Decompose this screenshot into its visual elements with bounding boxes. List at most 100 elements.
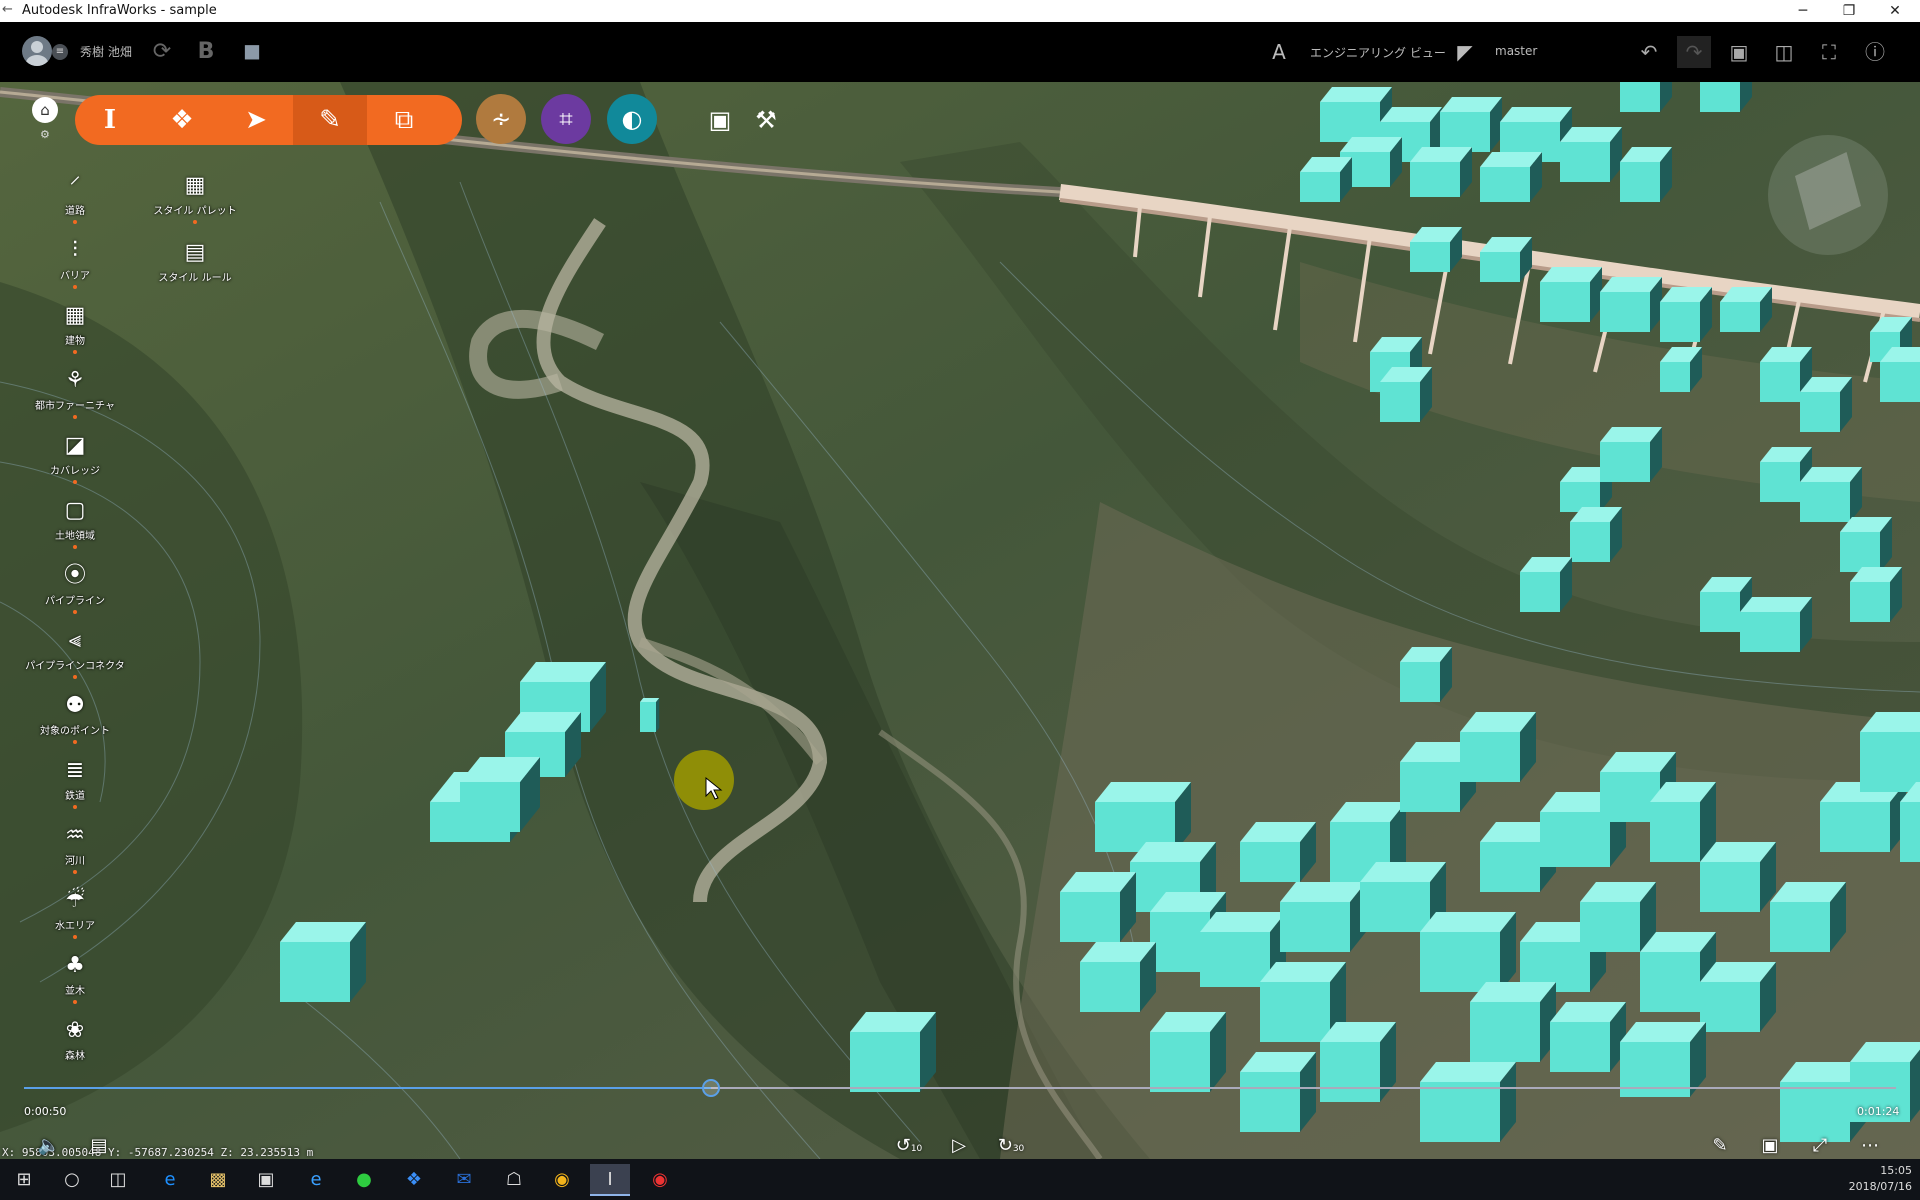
forward-icon: ↻: [997, 1135, 1013, 1156]
palette-item-label: 水エリア: [55, 921, 95, 932]
system-clock[interactable]: 15:05 2018/07/16: [1849, 1163, 1912, 1195]
view-mode-label[interactable]: エンジニアリング ビュー: [1310, 44, 1446, 61]
home-settings-icon[interactable]: ⚙: [40, 128, 50, 141]
edge-browser-icon[interactable]: e: [150, 1164, 190, 1196]
palette-item-label: 建物: [65, 336, 85, 347]
view-cube[interactable]: [1768, 135, 1888, 255]
more-options-icon[interactable]: ⋯: [1855, 1133, 1885, 1159]
line-app-icon[interactable]: ●: [344, 1164, 384, 1196]
present-compare-button[interactable]: ⧉: [367, 95, 441, 145]
task-view-icon[interactable]: ◫: [98, 1164, 138, 1196]
dropbox-icon[interactable]: ❖: [394, 1164, 434, 1196]
internet-explorer-icon[interactable]: e: [296, 1164, 336, 1196]
bridge-icon: ⌗: [559, 105, 573, 133]
redo-icon[interactable]: ↷: [1677, 36, 1711, 68]
volume-icon[interactable]: 🔈: [34, 1133, 64, 1159]
windows-taskbar: ⊞ ○ ◫ e ▩ ▣ e ● ❖ ✉ ☖ ◉ I ◉ 15:05 2018/0…: [0, 1159, 1920, 1200]
select-button[interactable]: ➤: [219, 95, 293, 145]
palette-item-pipeline-connector[interactable]: ⫷ パイプラインコネクタ: [25, 625, 125, 679]
palette-item-label: カバレッジ: [50, 466, 100, 477]
style-palette-icon: ▦: [184, 173, 206, 198]
help-icon[interactable]: ⓘ: [1858, 36, 1892, 68]
forest-icon: ❀: [65, 1018, 85, 1043]
chrome-icon[interactable]: ◉: [542, 1164, 582, 1196]
palette-item-land-area[interactable]: ▢ 土地領域: [25, 495, 125, 549]
infraworks-taskbar-icon[interactable]: I: [590, 1164, 630, 1196]
palette-item-coverage[interactable]: ◪ カバレッジ: [25, 430, 125, 484]
playback-timeline[interactable]: [24, 1079, 1896, 1097]
palette-item-river[interactable]: ♒ 河川: [25, 820, 125, 874]
view-cube-face[interactable]: [1794, 151, 1862, 231]
terrain-scene: [0, 82, 1920, 1159]
model-cube-icon[interactable]: ◼: [236, 36, 268, 68]
design-sketch-button[interactable]: ✎: [293, 95, 367, 145]
water-area-icon: ☔: [65, 888, 85, 913]
drainage-design-button[interactable]: ◐: [607, 94, 657, 144]
style-rule-button[interactable]: ▤ スタイル ルール: [145, 237, 245, 284]
search-icon[interactable]: ○: [52, 1164, 92, 1196]
palette-item-label: バリア: [60, 271, 90, 282]
start-icon[interactable]: ⊞: [4, 1164, 44, 1196]
miniplayer-icon[interactable]: ▣: [1755, 1133, 1785, 1159]
infraworks-tools-button[interactable]: I: [75, 95, 145, 145]
palette-item-point-of-interest[interactable]: ⚉ 対象のポイント: [25, 690, 125, 744]
clock-time: 15:05: [1880, 1164, 1912, 1177]
branch-label[interactable]: master: [1495, 44, 1537, 58]
wrench-screwdriver-icon: ⚒: [755, 106, 777, 134]
restore-button[interactable]: ❐: [1826, 0, 1872, 22]
avatar[interactable]: [22, 36, 52, 66]
undo-icon[interactable]: ↶: [1632, 36, 1666, 68]
i-beam-icon: I: [103, 105, 117, 135]
palette-item-pipeline[interactable]: ⦿ パイプライン: [25, 560, 125, 614]
palette-item-barrier[interactable]: ⫶ バリア: [25, 235, 125, 289]
palette-item-water-area[interactable]: ☔ 水エリア: [25, 885, 125, 939]
sync-icon[interactable]: ⟳: [146, 36, 178, 68]
style-palette-button[interactable]: ▦ スタイル パレット: [145, 170, 245, 224]
outlook-icon[interactable]: ✉: [444, 1164, 484, 1196]
home-view-button[interactable]: ⌂: [32, 97, 58, 123]
map-app-icon[interactable]: ☖: [494, 1164, 534, 1196]
minimize-button[interactable]: ─: [1780, 0, 1826, 22]
clock-date: 2018/07/16: [1848, 1180, 1912, 1193]
palette-item-railway[interactable]: ≣ 鉄道: [25, 755, 125, 809]
file-explorer-icon[interactable]: ▩: [198, 1164, 238, 1196]
back-arrow-icon[interactable]: ←: [2, 2, 18, 20]
roadway-design-button[interactable]: ∻: [476, 94, 526, 144]
forward-button[interactable]: ↻30: [996, 1133, 1026, 1159]
palette-item-city-furniture[interactable]: ⚘ 都市ファーニチャ: [25, 365, 125, 419]
close-button[interactable]: ✕: [1872, 0, 1918, 22]
settings-utilities-button[interactable]: ⚒: [748, 102, 784, 138]
panel-toggle-icon[interactable]: ◫: [1767, 36, 1801, 68]
bim360-icon[interactable]: B: [190, 36, 222, 68]
presentation-button[interactable]: ▣: [702, 102, 738, 138]
rewind-icon: ↺: [895, 1135, 911, 1156]
branch-icon[interactable]: ◤: [1448, 36, 1482, 68]
user-name: 秀樹 池畑: [80, 45, 132, 59]
timeline-scrubber[interactable]: [702, 1079, 721, 1097]
shrink-icon[interactable]: ⤢: [1805, 1133, 1835, 1159]
barrier-icon: ⫶: [72, 238, 78, 263]
tree-row-icon: ♣: [65, 953, 85, 978]
palette-item-label: 都市ファーニチャ: [35, 401, 115, 412]
engineering-view-icon[interactable]: A: [1262, 36, 1296, 68]
window-title-bar: ← Autodesk InfraWorks - sample ─ ❐ ✕: [0, 0, 1920, 22]
create-manage-button[interactable]: ❖: [145, 95, 219, 145]
palette-item-building[interactable]: ▦ 建物: [25, 300, 125, 354]
fullscreen-icon[interactable]: ⛶: [1812, 36, 1846, 68]
subtitles-icon[interactable]: ▤: [84, 1133, 114, 1159]
recorder-icon[interactable]: ◉: [640, 1164, 680, 1196]
river-icon: ♒: [65, 823, 85, 848]
city-furniture-icon: ⚘: [65, 368, 85, 393]
overlap-squares-icon: ⧉: [394, 105, 414, 135]
model-viewport[interactable]: [0, 82, 1920, 1159]
palette-item-tree-row[interactable]: ♣ 並木: [25, 950, 125, 1004]
store-icon[interactable]: ▣: [246, 1164, 286, 1196]
model-explorer-icon[interactable]: ▣: [1722, 36, 1756, 68]
palette-item-road[interactable]: ⸍ 道路: [25, 170, 125, 224]
rewind-button[interactable]: ↺10: [894, 1133, 924, 1159]
palette-item-forest[interactable]: ❀ 森林: [25, 1015, 125, 1062]
bridge-design-button[interactable]: ⌗: [541, 94, 591, 144]
edit-icon[interactable]: ✎: [1705, 1133, 1735, 1159]
account-menu-icon[interactable]: ≡: [52, 44, 68, 60]
play-button[interactable]: ▷: [944, 1133, 974, 1159]
